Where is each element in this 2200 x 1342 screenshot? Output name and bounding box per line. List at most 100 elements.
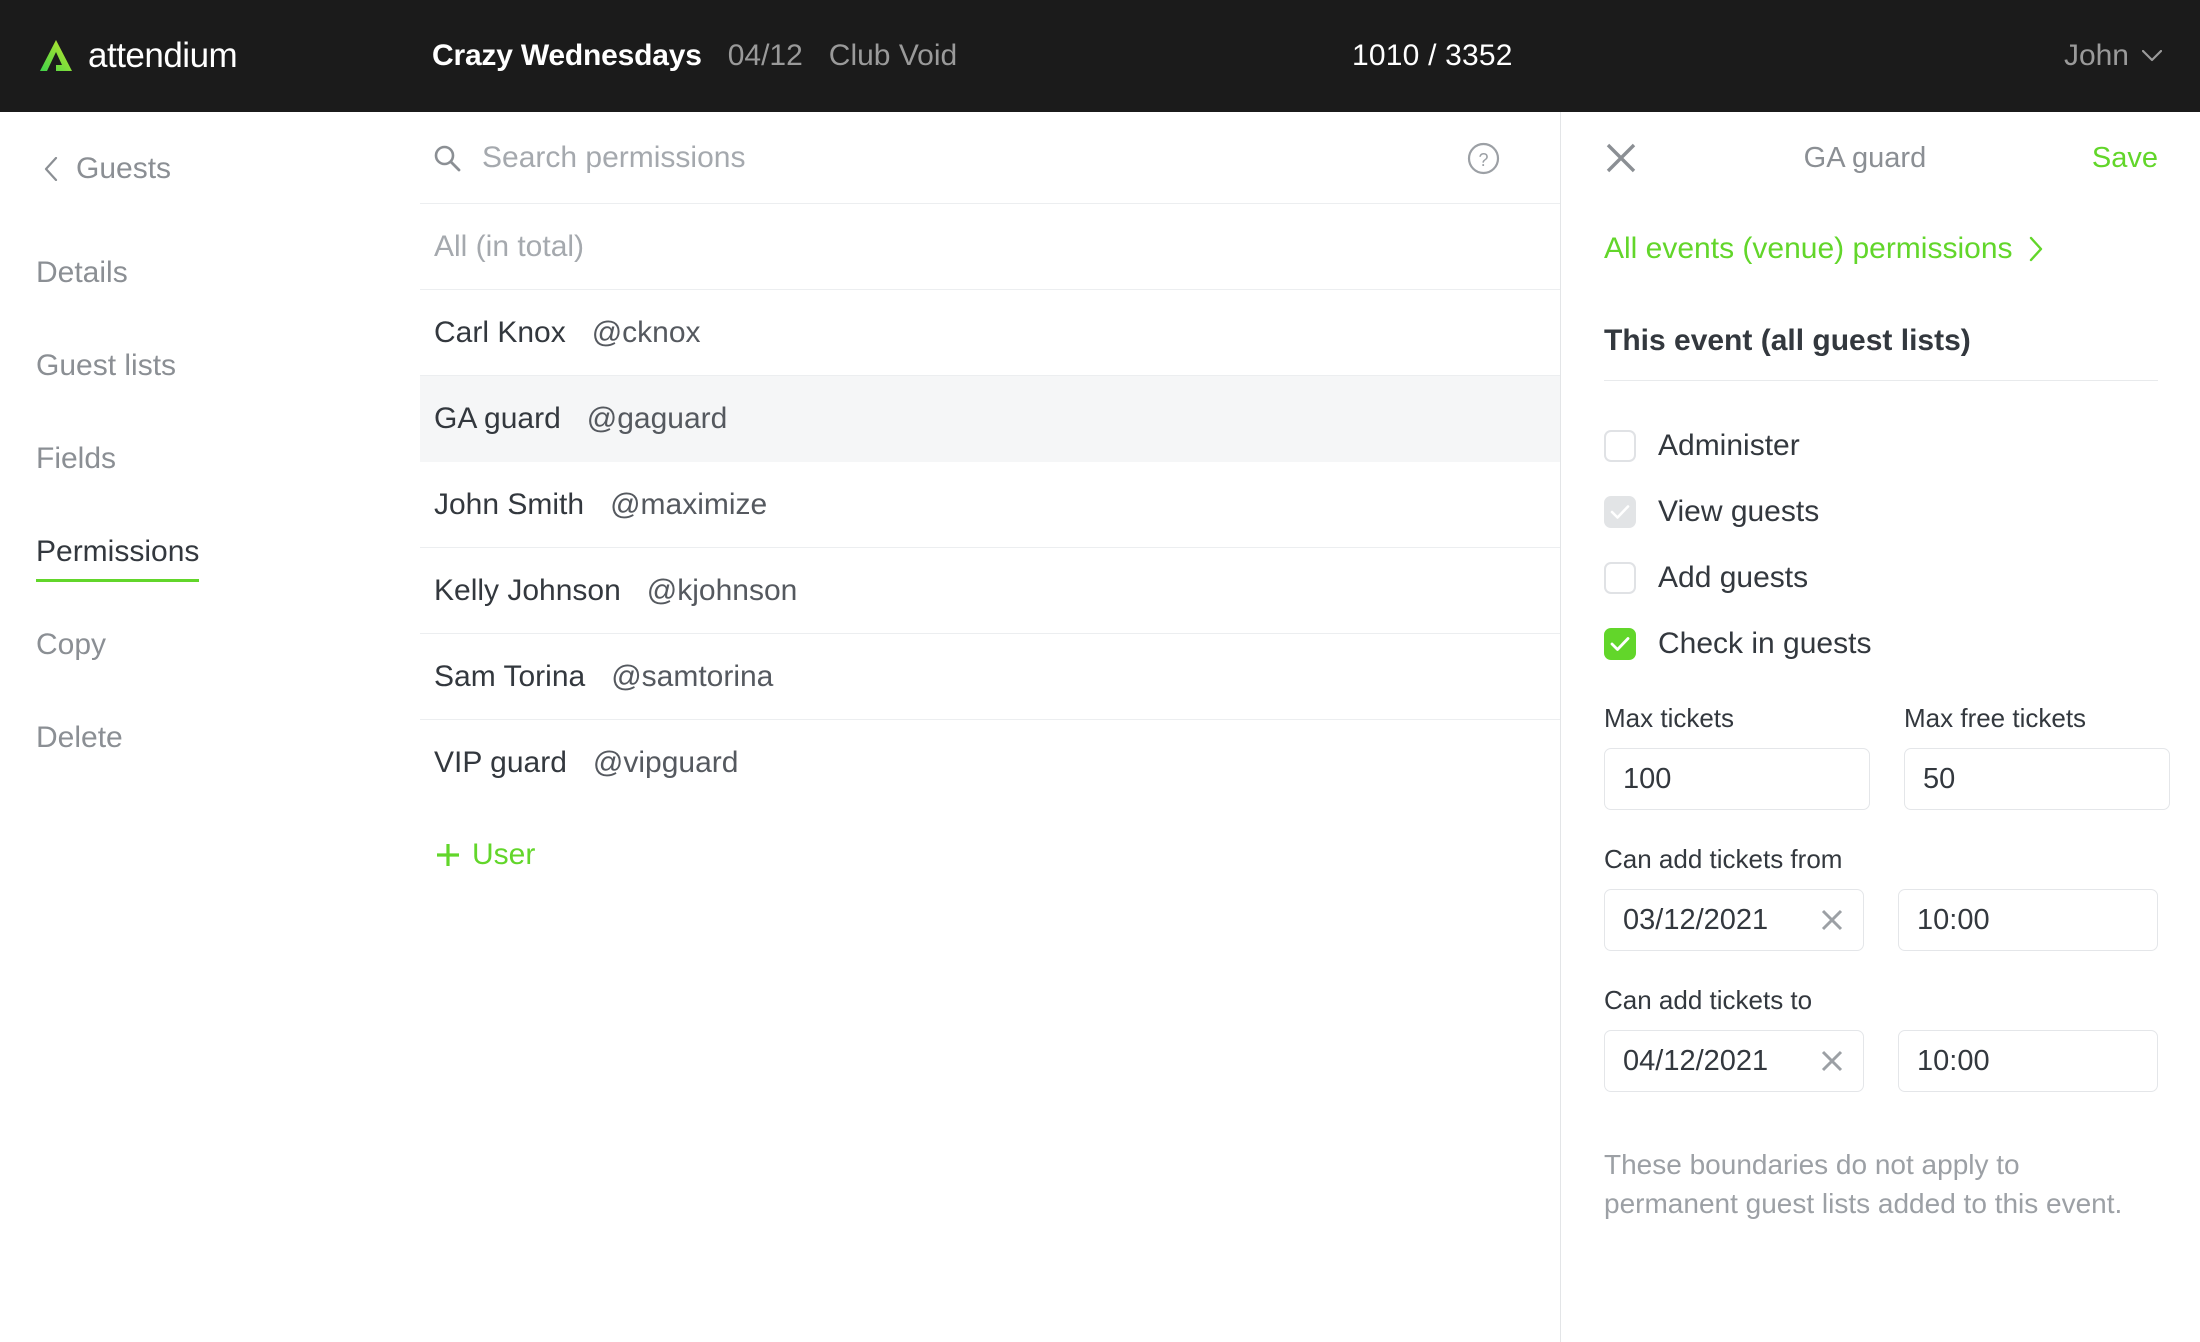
can-add-tickets-from-group: Can add tickets from bbox=[1604, 844, 2158, 951]
from-time-input[interactable] bbox=[1917, 903, 2139, 937]
checkbox-label: Add guests bbox=[1658, 561, 1809, 594]
checkbox-label: View guests bbox=[1658, 495, 1820, 528]
plus-icon bbox=[437, 844, 459, 866]
chevron-down-icon bbox=[2142, 50, 2162, 62]
max-tickets-field: Max tickets bbox=[1604, 703, 1870, 810]
chevron-left-icon bbox=[44, 157, 58, 181]
sidebar-item-guest-lists[interactable]: Guest lists bbox=[36, 345, 176, 396]
table-row[interactable]: John Smith @maximize bbox=[420, 462, 1560, 548]
row-name: Sam Torina bbox=[434, 659, 586, 693]
row-handle: @cknox bbox=[591, 315, 701, 349]
add-user-button[interactable]: User bbox=[434, 838, 535, 872]
max-tickets-input[interactable] bbox=[1623, 762, 1851, 796]
event-venue: Club Void bbox=[828, 39, 958, 72]
checkbox-view-guests[interactable] bbox=[1604, 496, 1636, 528]
row-name: GA guard bbox=[434, 401, 561, 435]
user-menu-label: John bbox=[2063, 39, 2129, 72]
can-add-tickets-to-group: Can add tickets to bbox=[1604, 985, 2158, 1092]
chevron-right-icon bbox=[2029, 236, 2042, 262]
check-icon bbox=[1610, 637, 1630, 651]
checkbox-add-guests[interactable] bbox=[1604, 562, 1636, 594]
to-time-input-box[interactable] bbox=[1898, 1030, 2158, 1092]
max-free-tickets-input[interactable] bbox=[1923, 762, 2151, 796]
top-bar: attendium Crazy Wednesdays 04/12 Club Vo… bbox=[0, 0, 2200, 112]
table-row[interactable]: Carl Knox @cknox bbox=[420, 290, 1560, 376]
checkbox-administer[interactable] bbox=[1604, 430, 1636, 462]
checkbox-label: Administer bbox=[1658, 429, 1800, 462]
panel-header: GA guard Save bbox=[1604, 112, 2158, 204]
to-date-input[interactable] bbox=[1623, 1044, 1819, 1078]
save-button[interactable]: Save bbox=[2092, 142, 2158, 175]
table-row[interactable]: VIP guard @vipguard bbox=[420, 720, 1560, 806]
brand-logo[interactable]: attendium bbox=[36, 36, 238, 76]
max-free-tickets-field: Max free tickets bbox=[1904, 703, 2170, 810]
back-to-guests-link[interactable]: Guests bbox=[44, 152, 171, 186]
user-menu[interactable]: John bbox=[2064, 0, 2162, 112]
event-name: Crazy Wednesdays bbox=[432, 39, 702, 72]
table-row[interactable]: Kelly Johnson @kjohnson bbox=[420, 548, 1560, 634]
row-name: VIP guard bbox=[434, 745, 567, 779]
event-summary: Crazy Wednesdays 04/12 Club Void bbox=[432, 0, 957, 112]
to-date-input-box[interactable] bbox=[1604, 1030, 1864, 1092]
max-tickets-input-box[interactable] bbox=[1604, 748, 1870, 810]
check-icon bbox=[1610, 505, 1630, 519]
event-date: 04/12 bbox=[727, 39, 803, 72]
sidebar: Guests Details Guest lists Fields Permis… bbox=[0, 112, 420, 1342]
from-time-input-box[interactable] bbox=[1898, 889, 2158, 951]
search-icon bbox=[434, 145, 461, 171]
boundaries-note: These boundaries do not apply to permane… bbox=[1604, 1149, 2123, 1219]
table-row[interactable]: Sam Torina @samtorina bbox=[420, 634, 1560, 720]
panel-title: GA guard bbox=[1803, 141, 1927, 174]
section-title: This event (all guest lists) bbox=[1604, 324, 2158, 381]
search-bar: ? bbox=[420, 112, 1560, 204]
question-circle-icon[interactable]: ? bbox=[1467, 142, 1500, 175]
can-add-tickets-to-label: Can add tickets to bbox=[1604, 985, 1813, 1015]
max-free-tickets-label: Max free tickets bbox=[1904, 703, 2087, 733]
row-handle: @gaguard bbox=[586, 401, 728, 435]
ticket-limits-group: Max tickets Max free tickets bbox=[1604, 703, 2170, 810]
row-name: Carl Knox bbox=[434, 315, 566, 349]
row-name: John Smith bbox=[434, 487, 585, 521]
sidebar-item-fields[interactable]: Fields bbox=[36, 438, 116, 489]
back-link-label: Guests bbox=[76, 152, 172, 185]
row-handle: @kjohnson bbox=[646, 573, 798, 607]
row-handle: @vipguard bbox=[592, 745, 739, 779]
brand-name: attendium bbox=[88, 36, 238, 75]
list-header: All (in total) bbox=[420, 204, 1560, 290]
max-tickets-label: Max tickets bbox=[1604, 703, 1735, 733]
permission-checkbox-group: Administer View guests Add guests Check … bbox=[1604, 413, 2158, 677]
all-events-permissions-label: All events (venue) permissions bbox=[1604, 232, 2013, 265]
checkbox-row-check-in-guests[interactable]: Check in guests bbox=[1604, 611, 2158, 677]
all-events-permissions-link[interactable]: All events (venue) permissions bbox=[1604, 232, 2044, 266]
sidebar-nav: Details Guest lists Fields Permissions C… bbox=[36, 252, 376, 810]
checkbox-row-add-guests[interactable]: Add guests bbox=[1604, 545, 2158, 611]
close-x-icon[interactable] bbox=[1819, 907, 1845, 933]
permission-detail-panel: GA guard Save All events (venue) permiss… bbox=[1562, 112, 2200, 1342]
sidebar-item-permissions[interactable]: Permissions bbox=[36, 531, 200, 582]
sidebar-item-copy[interactable]: Copy bbox=[36, 624, 106, 675]
to-time-input[interactable] bbox=[1917, 1044, 2139, 1078]
close-x-icon[interactable] bbox=[1819, 1048, 1845, 1074]
svg-text:?: ? bbox=[1478, 150, 1488, 170]
max-free-tickets-input-box[interactable] bbox=[1904, 748, 2170, 810]
checkbox-row-view-guests[interactable]: View guests bbox=[1604, 479, 2158, 545]
row-handle: @samtorina bbox=[611, 659, 774, 693]
row-name: Kelly Johnson bbox=[434, 573, 621, 607]
permissions-column: ? All (in total) Carl Knox @cknox GA gua… bbox=[420, 112, 1561, 1342]
can-add-tickets-from-label: Can add tickets from bbox=[1604, 844, 1843, 874]
sidebar-item-details[interactable]: Details bbox=[36, 252, 128, 303]
close-icon[interactable] bbox=[1604, 141, 1638, 175]
guest-counter: 1010 / 3352 bbox=[1352, 39, 1513, 72]
search-input[interactable] bbox=[482, 140, 1412, 175]
checkbox-check-in-guests[interactable] bbox=[1604, 628, 1636, 660]
sidebar-item-delete[interactable]: Delete bbox=[36, 717, 123, 768]
add-user-label: User bbox=[472, 838, 536, 871]
from-date-input-box[interactable] bbox=[1604, 889, 1864, 951]
checkbox-row-administer[interactable]: Administer bbox=[1604, 413, 2158, 479]
from-date-input[interactable] bbox=[1623, 903, 1819, 937]
permissions-list: All (in total) Carl Knox @cknox GA guard… bbox=[420, 204, 1560, 872]
triangle-logo-icon bbox=[40, 40, 72, 71]
table-row[interactable]: GA guard @gaguard bbox=[420, 376, 1560, 462]
row-handle: @maximize bbox=[610, 487, 768, 521]
checkbox-label: Check in guests bbox=[1658, 627, 1872, 660]
